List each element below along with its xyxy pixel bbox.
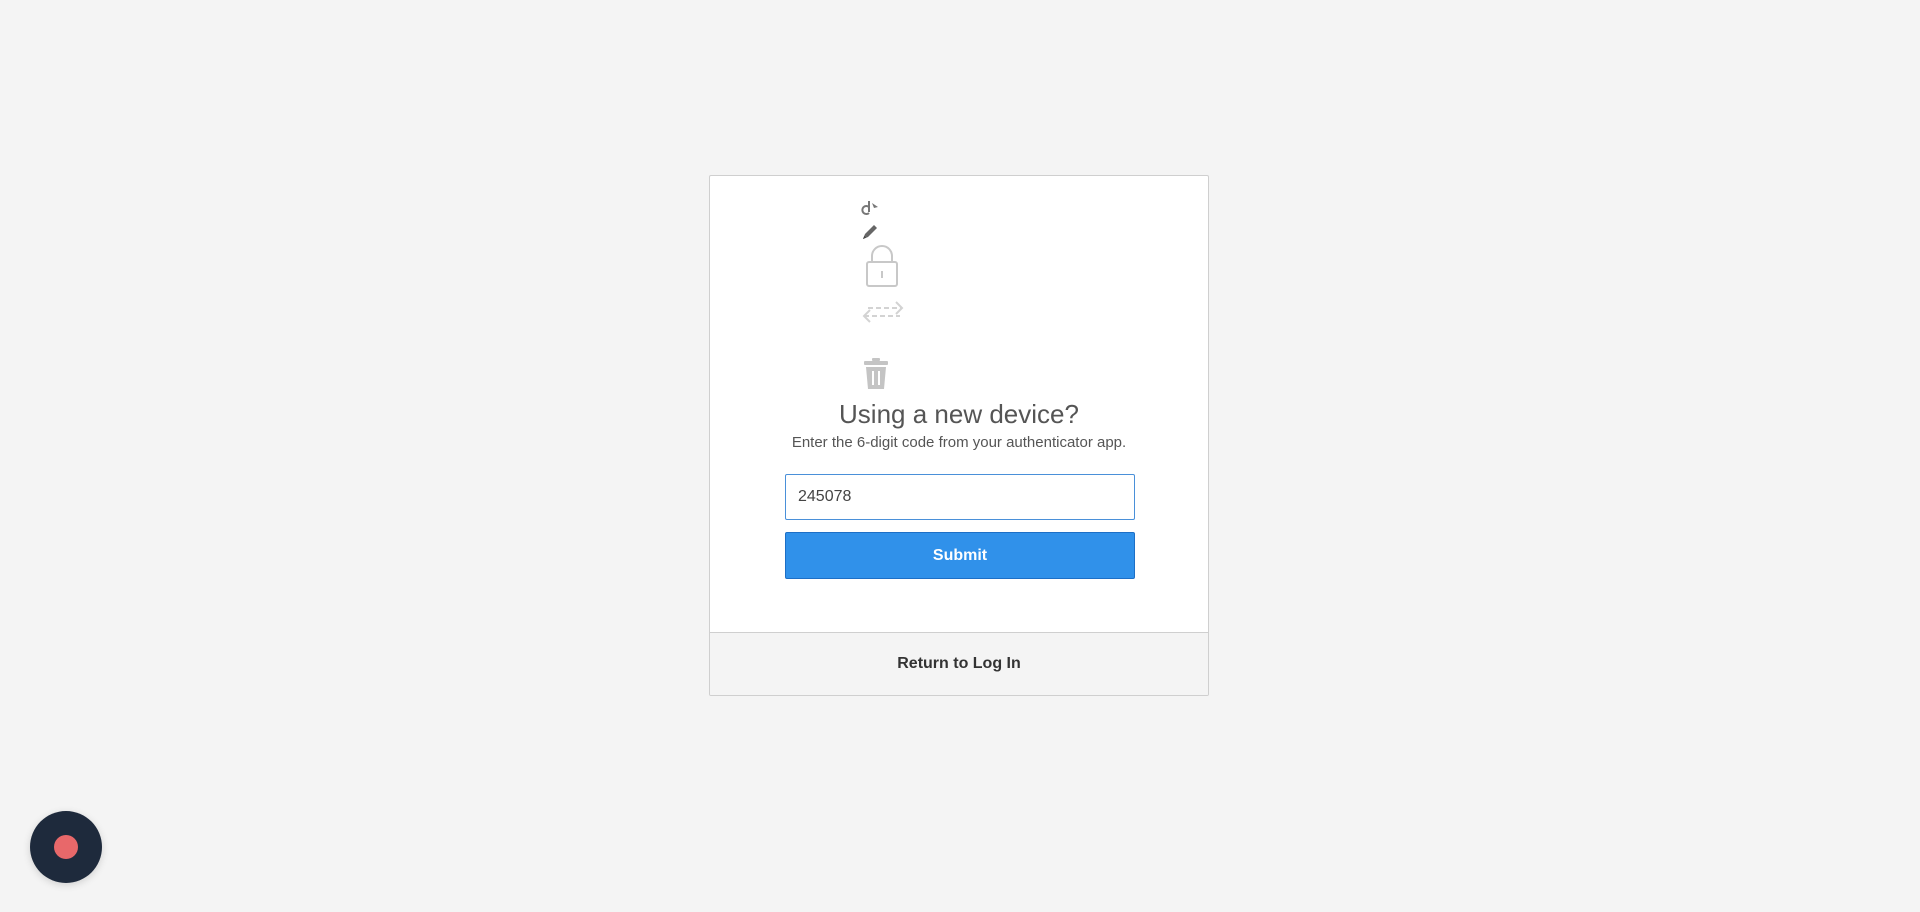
page-subtitle: Enter the 6-digit code from your authent…	[791, 434, 1127, 451]
lock-icon	[866, 245, 898, 287]
record-dot-icon	[54, 835, 78, 859]
card-footer: Return to Log In	[710, 632, 1208, 695]
pointer-icon	[861, 201, 878, 215]
login-card: Using a new device? Enter the 6-digit co…	[709, 175, 1209, 696]
return-to-login-link[interactable]: Return to Log In	[897, 655, 1021, 673]
verification-code-input[interactable]	[785, 474, 1135, 520]
record-button[interactable]	[30, 811, 102, 883]
animated-illustration	[860, 198, 920, 408]
pencil-icon	[863, 225, 877, 239]
transfer-icon	[862, 301, 904, 323]
trash-icon	[864, 358, 888, 389]
page-title: Using a new device?	[839, 399, 1079, 429]
submit-button[interactable]: Submit	[785, 532, 1135, 579]
